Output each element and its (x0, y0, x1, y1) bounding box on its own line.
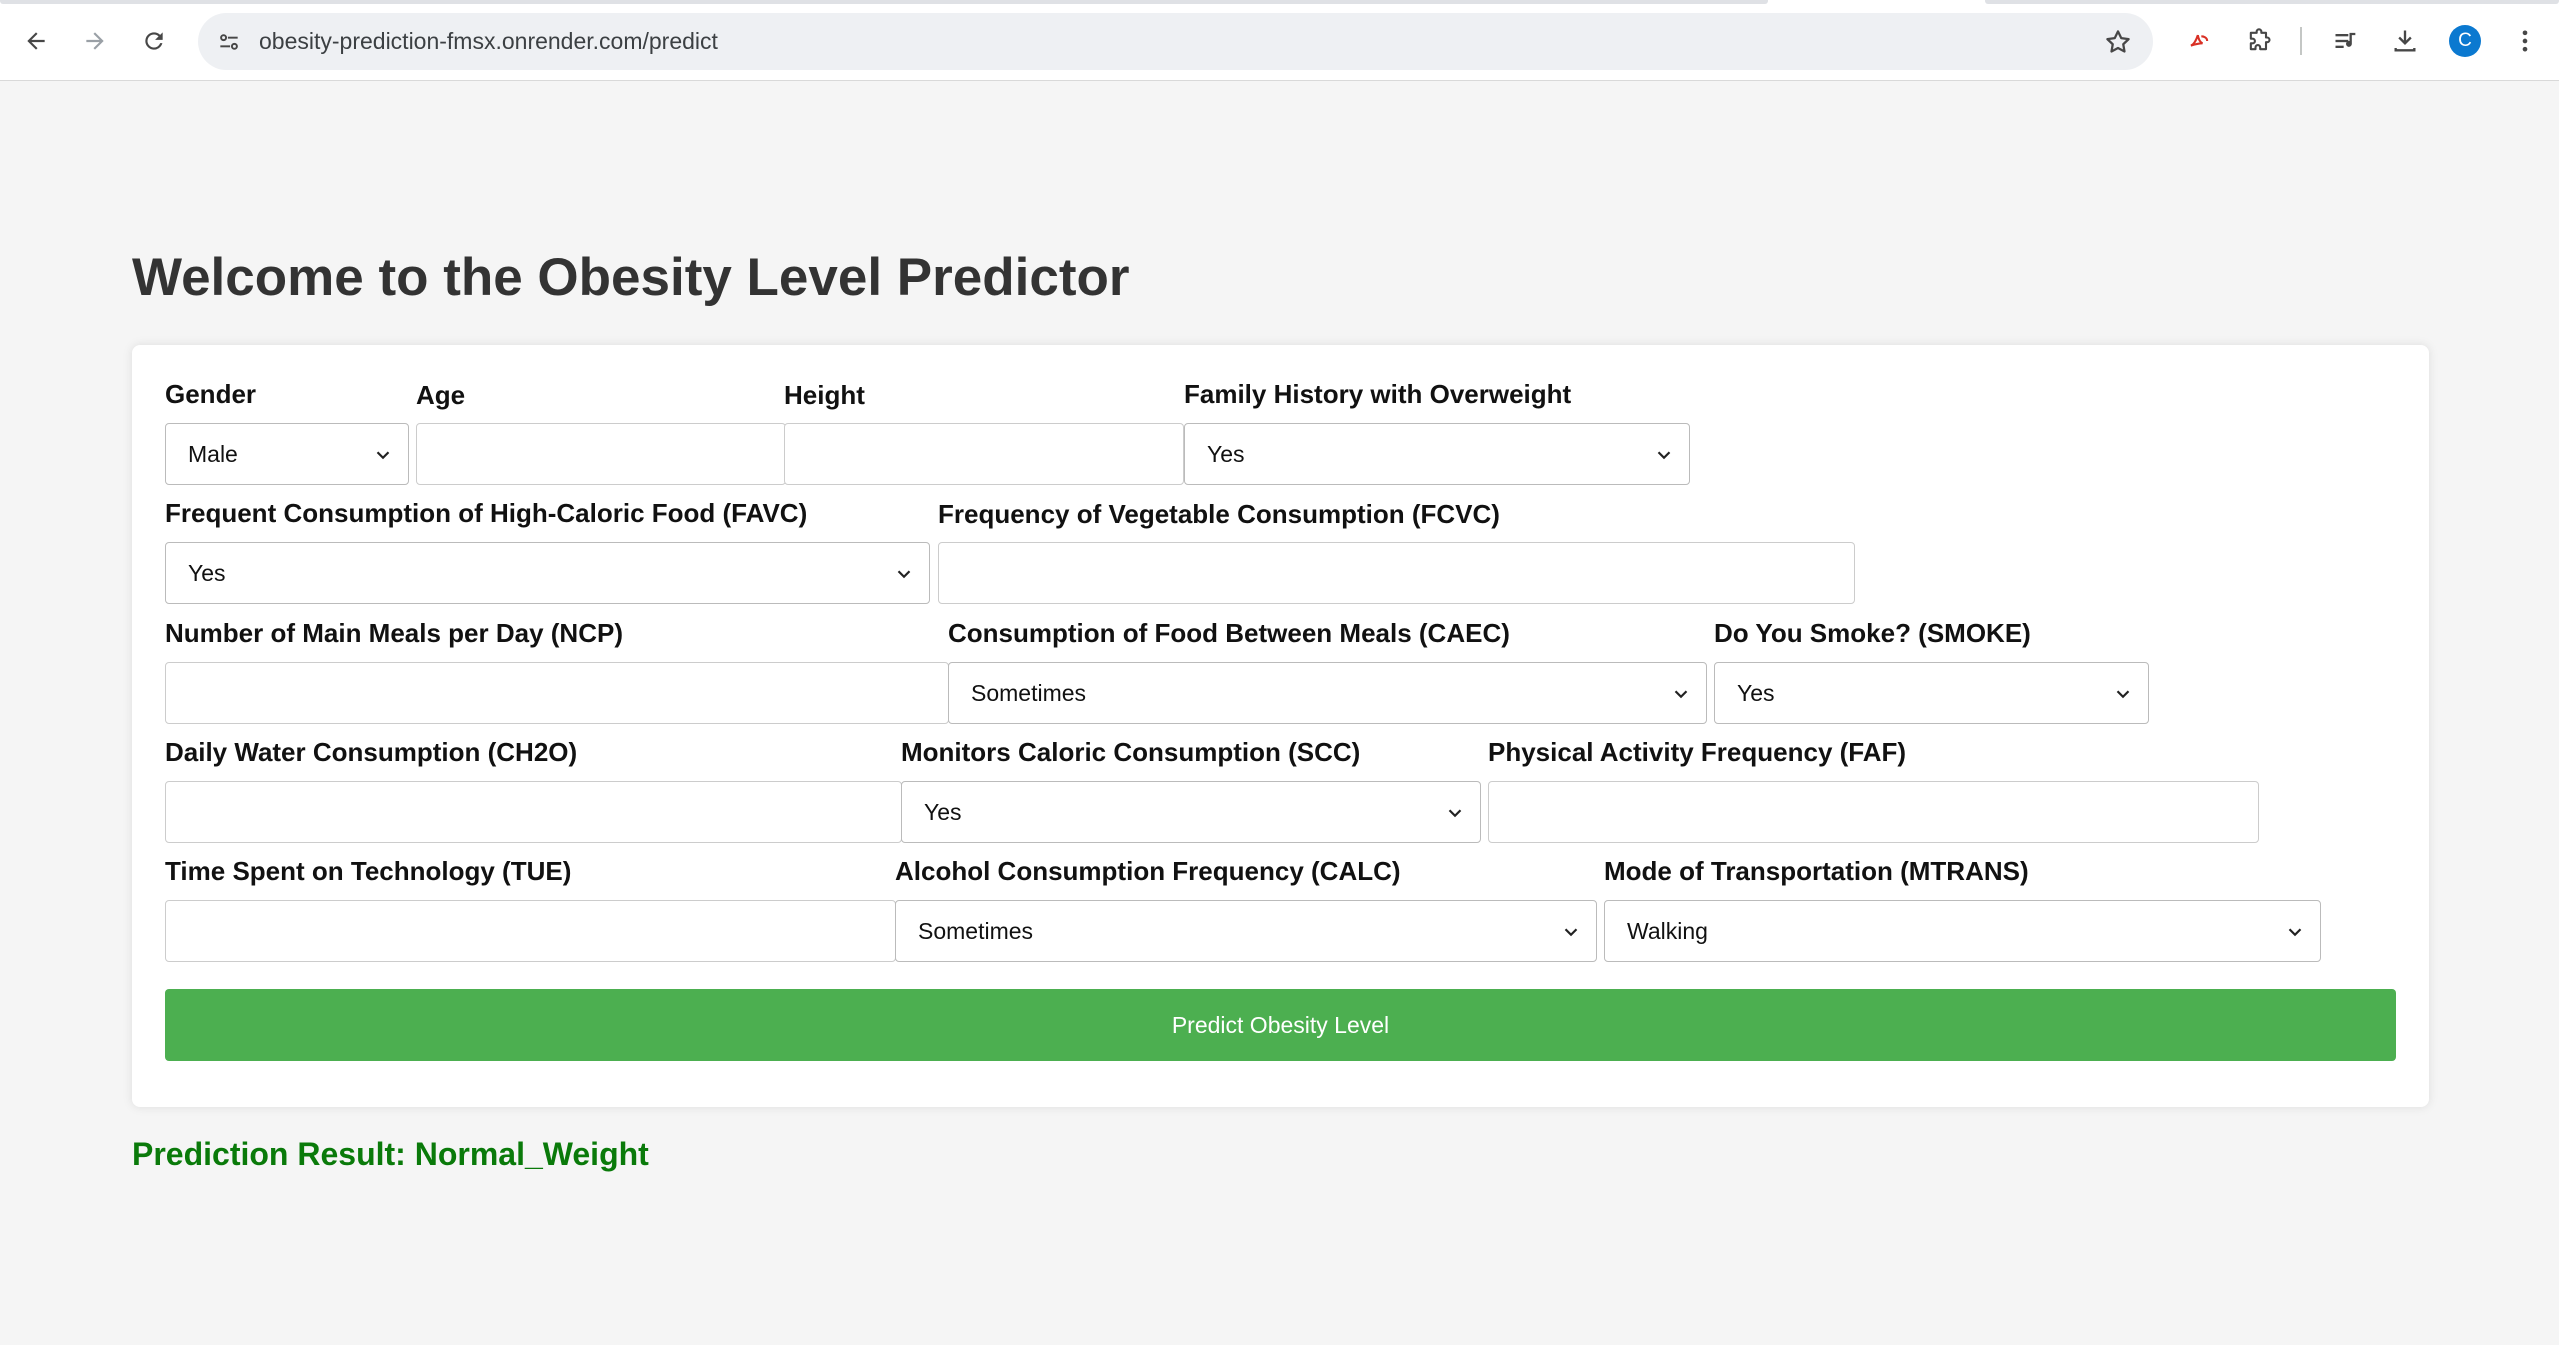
more-menu-button[interactable] (2504, 20, 2546, 62)
media-queue-icon (2335, 32, 2356, 48)
more-menu-icon (2522, 30, 2528, 52)
chevron-down-icon (897, 570, 911, 579)
tue-input[interactable] (165, 900, 896, 962)
mtrans-label: Mode of Transportation (MTRANS) (1604, 856, 2029, 886)
favc-label: Frequent Consumption of High-Caloric Foo… (165, 498, 808, 528)
scc-select[interactable]: Yes (901, 781, 1481, 843)
gender-label: Gender (165, 379, 257, 409)
ncp-label: Number of Main Meals per Day (NCP) (165, 618, 623, 648)
family-history-select[interactable]: Yes (1184, 423, 1690, 485)
faf-input[interactable] (1488, 781, 2259, 843)
calc-label: Alcohol Consumption Frequency (CALC) (895, 856, 1401, 886)
ch2o-input[interactable] (165, 781, 902, 843)
scc-select-value: Yes (924, 799, 962, 825)
tab-edge (0, 0, 1768, 4)
address-bar[interactable]: obesity-prediction-fmsx.onrender.com/pre… (198, 13, 2153, 70)
gender-select[interactable]: Male (165, 423, 409, 485)
ch2o-label: Daily Water Consumption (CH2O) (165, 737, 578, 767)
prediction-result: Prediction Result: Normal_Weight (132, 1136, 649, 1172)
caec-label: Consumption of Food Between Meals (CAEC) (948, 618, 1510, 648)
profile-avatar[interactable]: C (2449, 25, 2481, 57)
chevron-down-icon (2116, 690, 2130, 699)
forward-icon (86, 32, 104, 50)
favc-select-value: Yes (188, 560, 226, 586)
download-icon (2394, 30, 2416, 52)
smoke-label: Do You Smoke? (SMOKE) (1714, 618, 2031, 648)
chevron-down-icon (1448, 809, 1462, 818)
forward-button[interactable] (74, 20, 116, 62)
chevron-down-icon (1564, 928, 1578, 937)
family-history-label: Family History with Overweight (1184, 379, 1572, 409)
favc-select[interactable]: Yes (165, 542, 930, 604)
age-label: Age (416, 380, 466, 410)
toolbar-separator (2300, 27, 2302, 55)
predict-button[interactable]: Predict Obesity Level (165, 989, 2396, 1061)
bookmark-star-icon[interactable] (2103, 27, 2133, 57)
fcvc-input[interactable] (938, 542, 1855, 604)
back-button[interactable] (15, 20, 57, 62)
smoke-select-value: Yes (1737, 680, 1775, 706)
chevron-down-icon (2288, 928, 2302, 937)
height-label: Height (784, 380, 865, 410)
media-queue-button[interactable] (2325, 20, 2367, 62)
scc-label: Monitors Caloric Consumption (SCC) (901, 737, 1361, 767)
height-input[interactable] (784, 423, 1184, 485)
url-text[interactable]: obesity-prediction-fmsx.onrender.com/pre… (259, 28, 718, 55)
caec-select[interactable]: Sometimes (948, 662, 1707, 724)
mtrans-select[interactable]: Walking (1604, 900, 2321, 962)
calc-select-value: Sometimes (918, 918, 1034, 944)
extension-pdf-icon (2190, 34, 2209, 47)
family-history-select-value: Yes (1207, 441, 1245, 467)
age-input[interactable] (416, 423, 786, 485)
ncp-input[interactable] (165, 662, 949, 724)
tab-strip-edge (0, 0, 2559, 4)
gender-select-value: Male (188, 441, 238, 467)
tue-label: Time Spent on Technology (TUE) (165, 856, 572, 886)
mtrans-select-value: Walking (1627, 918, 1708, 944)
browser-toolbar: obesity-prediction-fmsx.onrender.com/pre… (0, 0, 2559, 81)
downloads-button[interactable] (2384, 20, 2426, 62)
reload-icon (145, 32, 163, 50)
back-icon (27, 32, 45, 50)
extension-pdf-button[interactable] (2178, 20, 2220, 62)
page-title: Welcome to the Obesity Level Predictor (132, 248, 1130, 307)
faf-label: Physical Activity Frequency (FAF) (1488, 737, 1907, 767)
extensions-puzzle-icon (2249, 28, 2271, 51)
chevron-down-icon (1674, 690, 1688, 699)
extensions-button[interactable] (2238, 20, 2280, 62)
chevron-down-icon (1657, 451, 1671, 460)
chevron-down-icon (376, 451, 390, 460)
smoke-select[interactable]: Yes (1714, 662, 2149, 724)
site-info-icon[interactable] (216, 29, 242, 55)
calc-select[interactable]: Sometimes (895, 900, 1597, 962)
caec-select-value: Sometimes (971, 680, 1087, 706)
reload-button[interactable] (133, 20, 175, 62)
fcvc-label: Frequency of Vegetable Consumption (FCVC… (938, 499, 1500, 529)
tab-edge (1985, 0, 2559, 4)
